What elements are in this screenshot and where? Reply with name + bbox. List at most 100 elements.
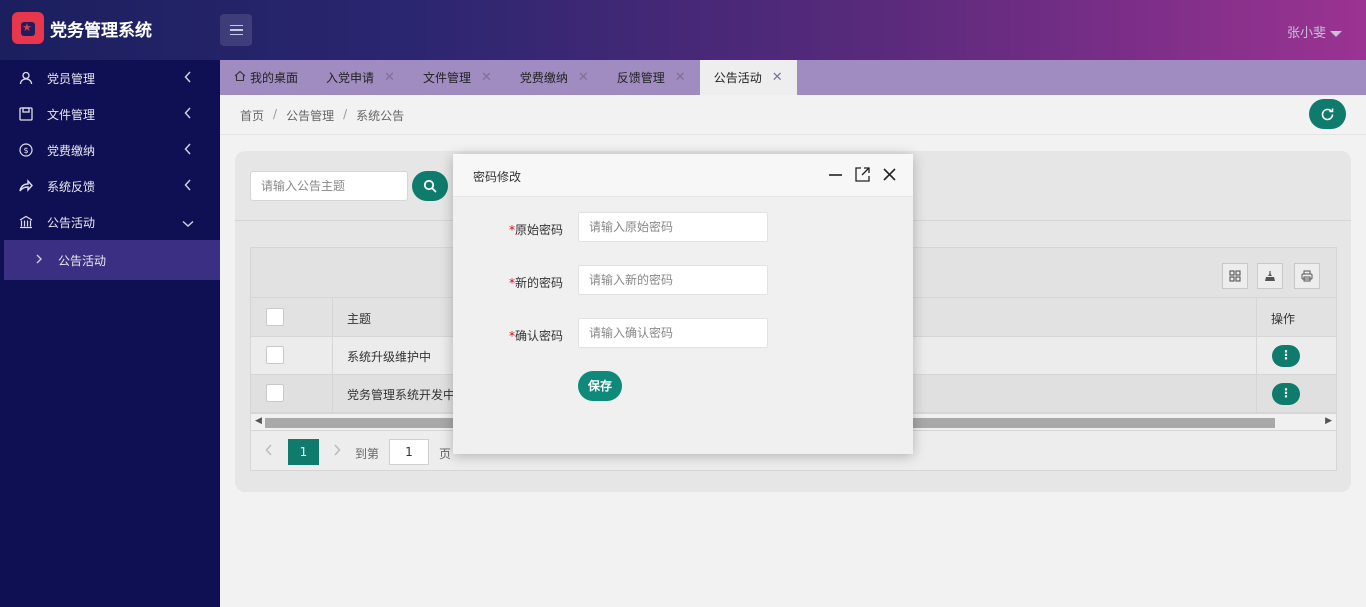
close-icon[interactable]: ✕ <box>772 70 783 85</box>
breadcrumb-bar: 首页 / 公告管理 / 系统公告 <box>220 95 1366 135</box>
caret-down-icon <box>1330 30 1342 37</box>
breadcrumb: 首页 / 公告管理 / 系统公告 <box>240 107 404 124</box>
row-actions-button[interactable]: ⋮ <box>1272 383 1300 405</box>
column-header-actions: 操作 <box>1271 312 1296 326</box>
sidebar-item-announcements[interactable]: 公告活动 <box>0 204 220 240</box>
breadcrumb-home[interactable]: 首页 <box>240 107 264 124</box>
password-change-dialog: 密码修改 *原始密码 请输入原始密码 *新的密码 请输入新的密码 *确认密码 请… <box>453 154 913 454</box>
sidebar: 党员管理 文件管理 $ 党费缴纳 系统反馈 公告活动 公告活动 <box>0 60 220 607</box>
old-password-input[interactable]: 请输入原始密码 <box>578 212 768 242</box>
tab-application[interactable]: 入党申请 ✕ <box>312 60 409 95</box>
sidebar-item-feedback[interactable]: 系统反馈 <box>0 168 220 204</box>
svg-text:$: $ <box>23 146 28 155</box>
user-menu[interactable]: 张小斐 <box>1287 22 1342 41</box>
chevron-down-icon <box>182 217 194 231</box>
maximize-icon[interactable] <box>855 167 870 182</box>
search-icon <box>423 179 437 193</box>
tab-label: 我的桌面 <box>250 71 299 85</box>
print-button[interactable] <box>1294 263 1320 289</box>
select-all-checkbox[interactable] <box>266 308 284 326</box>
prev-page-icon[interactable] <box>265 444 273 459</box>
sidebar-subitem-announcements[interactable]: 公告活动 <box>4 240 220 280</box>
tab-label: 党费缴纳 <box>519 71 568 85</box>
form-row-old-password: *原始密码 请输入原始密码 <box>453 212 913 242</box>
minimize-icon[interactable] <box>828 167 843 182</box>
chevron-left-icon <box>184 143 192 158</box>
columns-filter-button[interactable] <box>1222 263 1248 289</box>
tab-label: 反馈管理 <box>616 71 665 85</box>
breadcrumb-separator: / <box>343 107 348 121</box>
sidebar-item-members[interactable]: 党员管理 <box>0 60 220 96</box>
save-icon <box>18 106 34 122</box>
top-header: 党务管理系统 张小斐 <box>0 0 1366 60</box>
sidebar-subitem-label: 公告活动 <box>58 253 107 268</box>
breadcrumb-separator: / <box>273 107 278 121</box>
column-header-title[interactable]: 主题 <box>347 310 371 327</box>
form-row-new-password: *新的密码 请输入新的密码 <box>453 265 913 295</box>
share-icon <box>18 178 34 194</box>
scroll-right-icon[interactable]: ▶ <box>1325 416 1332 426</box>
chevron-right-icon <box>36 254 42 267</box>
menu-toggle-button[interactable] <box>220 14 252 46</box>
tab-feedback[interactable]: 反馈管理 ✕ <box>603 60 700 95</box>
current-page[interactable]: 1 <box>288 439 319 465</box>
bank-icon <box>18 214 34 230</box>
sidebar-item-label: 党员管理 <box>47 71 96 86</box>
row-title: 党务管理系统开发中 <box>347 388 456 402</box>
export-button[interactable] <box>1257 263 1283 289</box>
close-icon[interactable]: ✕ <box>481 70 492 85</box>
row-checkbox[interactable] <box>266 384 284 402</box>
export-icon <box>1265 271 1275 281</box>
column-divider <box>1256 337 1257 375</box>
tab-desktop[interactable]: 我的桌面 <box>220 60 312 95</box>
field-label: *确认密码 <box>508 329 563 343</box>
sidebar-item-files[interactable]: 文件管理 <box>0 96 220 132</box>
goto-page-input[interactable]: 1 <box>389 439 429 465</box>
sidebar-item-label: 文件管理 <box>47 107 96 122</box>
app-logo: 党务管理系统 <box>12 12 152 44</box>
sidebar-item-label: 党费缴纳 <box>47 143 96 158</box>
close-icon[interactable]: ✕ <box>384 70 395 85</box>
tab-label: 文件管理 <box>422 71 471 85</box>
page-suffix: 页 <box>439 447 452 461</box>
dollar-icon: $ <box>18 142 34 158</box>
search-button[interactable] <box>412 171 448 201</box>
new-password-input[interactable]: 请输入新的密码 <box>578 265 768 295</box>
scroll-left-icon[interactable]: ◀ <box>255 416 262 426</box>
goto-label: 到第 <box>355 447 380 461</box>
column-divider <box>1256 298 1257 337</box>
save-button[interactable]: 保存 <box>578 371 622 401</box>
next-page-icon[interactable] <box>333 444 341 459</box>
chevron-left-icon <box>184 107 192 122</box>
logo-icon <box>12 12 44 44</box>
close-icon[interactable] <box>882 167 897 182</box>
tab-label: 公告活动 <box>713 71 762 85</box>
chevron-left-icon <box>184 71 192 86</box>
home-icon <box>234 70 246 85</box>
tab-announcements[interactable]: 公告活动 ✕ <box>699 60 797 95</box>
sidebar-item-label: 公告活动 <box>47 215 96 230</box>
field-label: *原始密码 <box>508 223 563 237</box>
tab-dues[interactable]: 党费缴纳 ✕ <box>506 60 603 95</box>
close-icon[interactable]: ✕ <box>675 70 686 85</box>
user-icon <box>18 70 34 86</box>
column-divider <box>332 375 333 413</box>
column-divider <box>332 337 333 375</box>
search-input[interactable]: 请输入公告主题 <box>250 171 408 201</box>
print-icon <box>1301 270 1313 282</box>
refresh-button[interactable] <box>1309 99 1346 129</box>
user-name: 张小斐 <box>1286 26 1326 41</box>
refresh-icon <box>1321 108 1334 120</box>
column-divider <box>1256 375 1257 413</box>
column-divider <box>332 298 333 337</box>
dialog-controls <box>828 167 897 182</box>
row-actions-button[interactable]: ⋮ <box>1272 345 1300 367</box>
tab-files[interactable]: 文件管理 ✕ <box>409 60 506 95</box>
confirm-password-input[interactable]: 请输入确认密码 <box>578 318 768 348</box>
row-checkbox[interactable] <box>266 346 284 364</box>
chevron-left-icon <box>184 179 192 194</box>
close-icon[interactable]: ✕ <box>578 70 589 85</box>
breadcrumb-item[interactable]: 公告管理 <box>286 107 334 124</box>
grid-icon <box>1229 270 1241 282</box>
sidebar-item-dues[interactable]: $ 党费缴纳 <box>0 132 220 168</box>
